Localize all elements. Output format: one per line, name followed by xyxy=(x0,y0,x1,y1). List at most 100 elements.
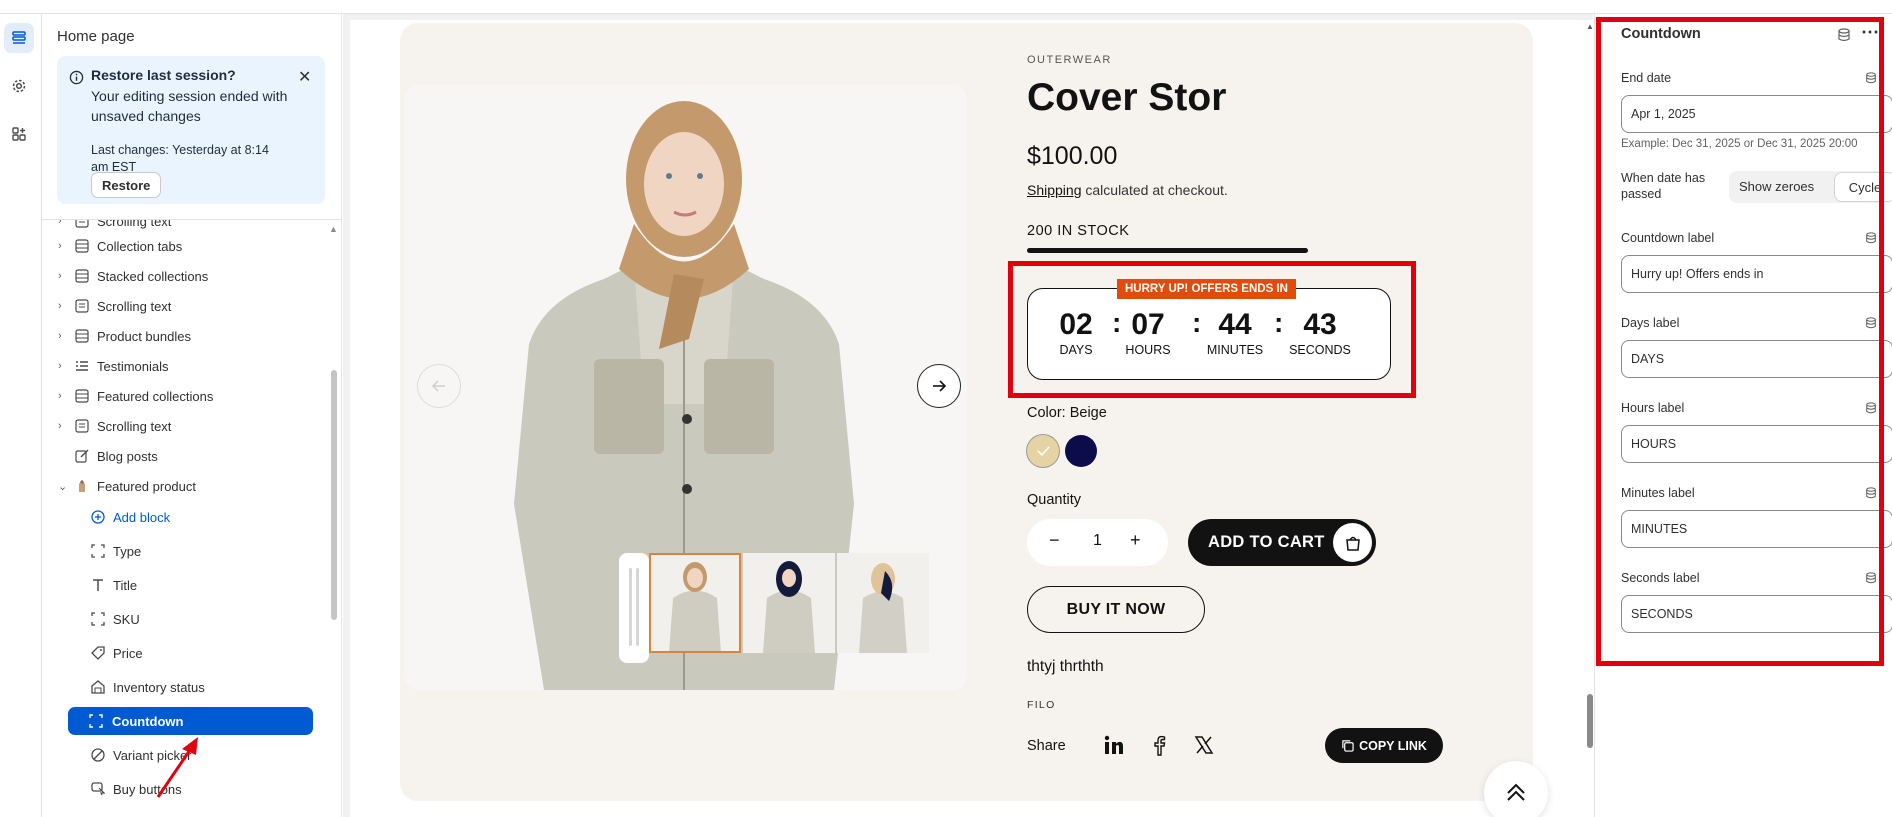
sections-icon xyxy=(12,31,26,44)
product-vendor: FILO xyxy=(1027,699,1056,711)
quantity-stepper: − 1 + xyxy=(1027,519,1168,566)
chevron-right-icon[interactable]: › xyxy=(58,220,62,227)
arrow-left-icon xyxy=(431,380,445,392)
tree-item-product-bundles[interactable]: › Product bundles xyxy=(42,322,327,350)
buy-it-now-button[interactable]: BUY IT NOW xyxy=(1027,586,1205,633)
annotation-arrow xyxy=(156,737,198,798)
tree-item-label: Featured collections xyxy=(97,388,214,404)
block-item-label: Title xyxy=(113,577,138,593)
section-icon xyxy=(75,389,89,403)
tree-item-label: Scrolling text xyxy=(97,418,172,434)
close-icon[interactable]: ✕ xyxy=(298,67,311,87)
color-label: Color: Beige xyxy=(1027,405,1107,421)
section-icon xyxy=(75,329,89,343)
tree-item-stacked-collections[interactable]: › Stacked collections xyxy=(42,262,327,290)
block-item-title[interactable]: Title xyxy=(42,571,327,599)
thumbnail-strip xyxy=(619,553,939,663)
countdown-highlight-box xyxy=(1008,261,1416,398)
copy-icon xyxy=(1342,740,1354,752)
cart-bag-icon xyxy=(1333,523,1372,562)
copy-link-button[interactable]: COPY LINK xyxy=(1325,728,1443,763)
swatch-navy[interactable] xyxy=(1065,435,1097,467)
quantity-label: Quantity xyxy=(1027,492,1081,508)
gallery-next-button[interactable] xyxy=(917,364,961,408)
edit-icon xyxy=(75,449,89,463)
tree-item-label: Product bundles xyxy=(97,328,191,344)
tree-item-label: Featured product xyxy=(97,478,197,494)
section-icon xyxy=(75,239,89,253)
thumbnail-drag-handle[interactable] xyxy=(619,553,649,663)
scroll-up-icon[interactable]: ▲ xyxy=(1586,22,1594,31)
scrollbar-thumb[interactable] xyxy=(331,370,337,620)
chevron-down-icon[interactable]: ⌄ xyxy=(58,480,67,493)
inventory-bar xyxy=(1027,248,1308,253)
settings-rail-button[interactable] xyxy=(4,71,34,101)
chevron-right-icon[interactable]: › xyxy=(58,300,62,312)
chevron-right-icon[interactable]: › xyxy=(58,240,62,252)
sections-rail-button[interactable] xyxy=(4,23,34,53)
double-chevron-up-icon xyxy=(1507,783,1525,801)
scroll-up-icon[interactable]: ▲ xyxy=(329,224,338,234)
variant-icon xyxy=(91,748,105,762)
chevron-right-icon[interactable]: › xyxy=(58,420,62,432)
x-twitter-icon[interactable] xyxy=(1190,731,1218,759)
share-label: Share xyxy=(1027,738,1066,754)
back-to-top-button[interactable] xyxy=(1484,761,1548,817)
info-icon xyxy=(69,70,84,85)
tree-item-collection-tabs[interactable]: › Collection tabs xyxy=(42,232,327,260)
facebook-icon[interactable] xyxy=(1145,731,1173,759)
shipping-link[interactable]: Shipping xyxy=(1027,182,1082,198)
block-item-price[interactable]: Price xyxy=(42,639,327,667)
sidebar-scrollbar[interactable]: ▲ xyxy=(329,220,338,817)
tree-item-scrolling-text[interactable]: › Scrolling text xyxy=(42,292,327,320)
block-item-inventory-status[interactable]: Inventory status xyxy=(42,673,327,701)
tree-item-blog-posts[interactable]: Blog posts xyxy=(42,442,327,470)
product-icon xyxy=(79,480,85,492)
tree-item-scrolling-text[interactable]: › Scrolling text xyxy=(42,412,327,440)
preview-scrollbar[interactable]: ▲ xyxy=(1586,14,1594,817)
thumbnail-image xyxy=(837,553,929,653)
banner-heading: Restore last session? xyxy=(91,67,236,83)
product-media-gallery xyxy=(404,84,967,690)
chevron-right-icon[interactable]: › xyxy=(58,390,62,402)
quantity-increase-button[interactable]: + xyxy=(1130,530,1141,551)
tree-item-label: Blog posts xyxy=(97,448,158,464)
thumbnail-1[interactable] xyxy=(649,553,741,653)
gear-icon xyxy=(12,79,26,93)
quantity-decrease-button[interactable]: − xyxy=(1049,530,1060,551)
product-title: Cover Stor xyxy=(1027,76,1227,119)
chevron-right-icon[interactable]: › xyxy=(58,330,62,342)
text-block-icon xyxy=(75,220,89,228)
block-item-label: Countdown xyxy=(112,713,184,729)
tree-item-testimonials[interactable]: › Testimonials xyxy=(42,352,327,380)
swatch-beige[interactable] xyxy=(1027,435,1059,467)
tree-item-featured-collections[interactable]: › Featured collections xyxy=(42,382,327,410)
add-to-cart-button[interactable]: ADD TO CART xyxy=(1188,519,1376,566)
quantity-value[interactable]: 1 xyxy=(1093,532,1102,550)
add-block-button[interactable]: Add block xyxy=(42,503,327,531)
chevron-right-icon[interactable]: › xyxy=(58,270,62,282)
tree-item-featured-product[interactable]: ⌄ Featured product xyxy=(42,472,327,500)
thumbnail-2[interactable] xyxy=(743,553,835,653)
featured-product-card: OUTERWEAR Cover Stor $100.00 Shipping ca… xyxy=(400,23,1533,801)
arrow-right-icon xyxy=(933,380,947,392)
thumbnail-image xyxy=(743,553,835,653)
section-icon xyxy=(75,269,89,283)
block-item-label: Inventory status xyxy=(113,679,205,695)
apps-rail-button[interactable] xyxy=(4,119,34,149)
section-tree: › Scrolling text › Collection tabs › Sta… xyxy=(42,220,327,817)
restore-button[interactable]: Restore xyxy=(91,172,162,198)
cursor-click-icon xyxy=(91,782,105,796)
icon-rail xyxy=(0,14,42,817)
block-item-type[interactable]: Type xyxy=(42,537,327,565)
tree-item-label: Testimonials xyxy=(97,358,169,374)
gallery-prev-button[interactable] xyxy=(417,364,461,408)
linkedin-icon[interactable] xyxy=(1100,731,1128,759)
thumbnail-3[interactable] xyxy=(837,553,929,653)
scrollbar-thumb[interactable] xyxy=(1587,694,1593,748)
block-item-countdown[interactable]: Countdown xyxy=(68,707,313,735)
chevron-right-icon[interactable]: › xyxy=(58,360,62,372)
add-to-cart-label: ADD TO CART xyxy=(1208,533,1325,551)
block-item-sku[interactable]: SKU xyxy=(42,605,327,633)
product-type: OUTERWEAR xyxy=(1027,54,1112,66)
